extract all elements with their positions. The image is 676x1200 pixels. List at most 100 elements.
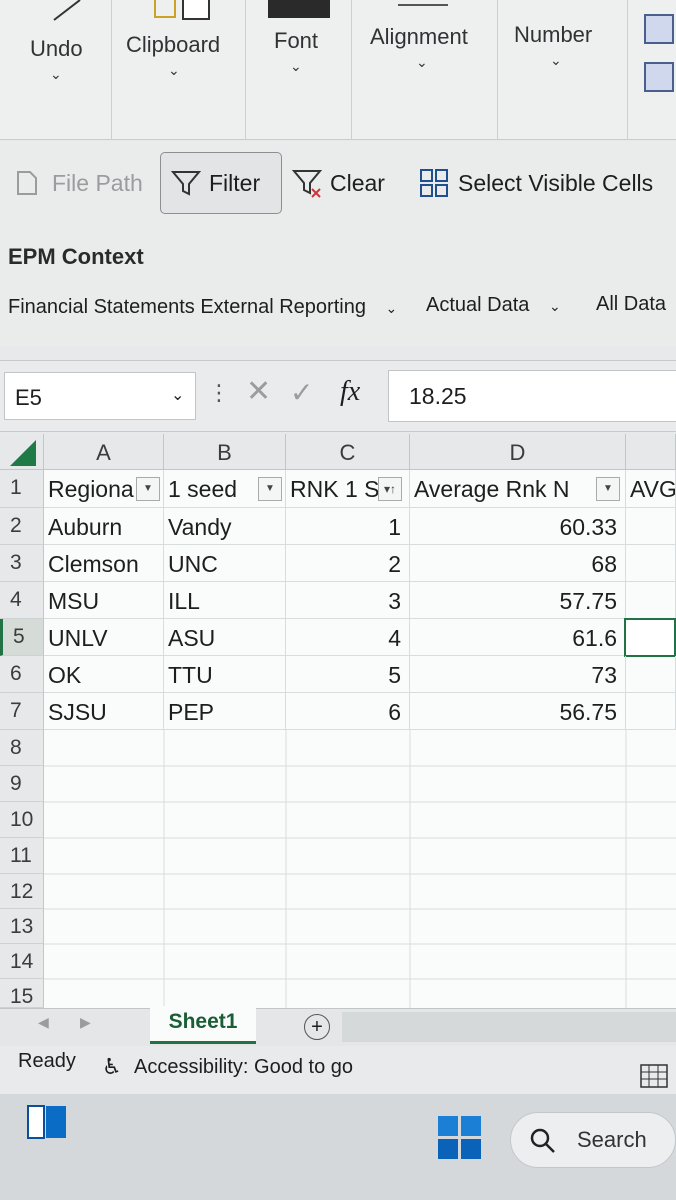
row-header-active[interactable]: 5 (0, 619, 44, 656)
header-cell-avg[interactable]: AVG (626, 470, 676, 508)
ribbon-group-clipboard[interactable]: Clipboard ⌄ (112, 0, 246, 140)
row-header[interactable]: 15 (0, 979, 44, 1008)
context-dropdown-actual[interactable]: Actual Data ⌄ (426, 294, 561, 317)
ribbon-label-undo: Undo (30, 36, 83, 61)
header-cell-1-seed[interactable]: 1 seed ▼ (164, 470, 286, 508)
format-table-icon[interactable] (644, 62, 674, 92)
row-header[interactable]: 6 (0, 656, 44, 693)
formula-input[interactable]: 18.25 (388, 370, 676, 422)
chevron-down-icon[interactable]: ⌄ (290, 58, 302, 75)
cell-rank[interactable]: 3 (286, 582, 410, 619)
insert-function-icon[interactable]: fx (340, 376, 360, 408)
header-cell-average[interactable]: Average Rnk N ▼ (410, 470, 626, 508)
cell-average[interactable]: 57.75 (410, 582, 626, 619)
context-dropdown-all[interactable]: All Data (596, 293, 676, 316)
ribbon-group-alignment[interactable]: Alignment ⌄ (352, 0, 498, 140)
ribbon-group-undo[interactable]: Undo ⌄ (0, 0, 112, 140)
cell-seed[interactable]: Vandy (164, 508, 286, 545)
more-options-icon[interactable]: ⋮ (208, 380, 230, 406)
add-sheet-icon[interactable]: + (304, 1014, 330, 1040)
row-header[interactable]: 2 (0, 508, 44, 545)
header-cell-region[interactable]: Regiona ▼ (44, 470, 164, 508)
column-header-d[interactable]: D (410, 434, 626, 470)
cell-average[interactable]: 56.75 (410, 693, 626, 730)
row-header[interactable]: 10 (0, 802, 44, 838)
normal-view-icon[interactable] (640, 1064, 668, 1088)
cell-rank[interactable]: 4 (286, 619, 410, 656)
cell-rank[interactable]: 1 (286, 508, 410, 545)
task-view-icon[interactable] (26, 1104, 68, 1140)
cell-avg[interactable] (626, 582, 676, 619)
ribbon-group-font[interactable]: Font ⌄ (246, 0, 352, 140)
enter-icon[interactable]: ✓ (290, 376, 313, 409)
select-cells-icon (420, 169, 448, 197)
chevron-down-icon[interactable]: ⌄ (168, 62, 180, 79)
cell-region[interactable]: Clemson (44, 545, 164, 582)
scroll-right-icon[interactable]: ▶ (80, 1014, 91, 1031)
align-icon (398, 4, 448, 6)
column-header-a[interactable]: A (44, 434, 164, 470)
cell-region[interactable]: Auburn (44, 508, 164, 545)
header-cell-rnk[interactable]: RNK 1 S ▾↑ (286, 470, 410, 508)
select-visible-cells-button[interactable]: Select Visible Cells (418, 152, 676, 214)
row-header[interactable]: 12 (0, 874, 44, 909)
filter-dropdown-icon[interactable]: ▼ (136, 477, 160, 501)
clear-filter-button[interactable]: Clear (290, 152, 400, 214)
cell-seed[interactable]: UNC (164, 545, 286, 582)
cell-avg[interactable] (626, 508, 676, 545)
accessibility-icon[interactable]: ♿︎ (102, 1054, 122, 1080)
cell-region[interactable]: UNLV (44, 619, 164, 656)
cell-region[interactable]: MSU (44, 582, 164, 619)
row-header[interactable]: 9 (0, 766, 44, 802)
search-icon (530, 1128, 555, 1153)
name-box[interactable]: E5 ⌄ (4, 372, 196, 420)
filter-dropdown-icon[interactable]: ▼ (596, 477, 620, 501)
horizontal-scrollbar[interactable] (342, 1012, 676, 1042)
cancel-icon[interactable]: ✕ (246, 374, 271, 409)
chevron-down-icon[interactable]: ⌄ (550, 52, 562, 69)
cell-seed[interactable]: ILL (164, 582, 286, 619)
column-header-c[interactable]: C (286, 434, 410, 470)
chevron-down-icon[interactable]: ⌄ (50, 66, 62, 83)
row-header[interactable]: 7 (0, 693, 44, 730)
windows-start-icon[interactable] (438, 1116, 482, 1160)
cell-rank[interactable]: 2 (286, 545, 410, 582)
cell-region[interactable]: OK (44, 656, 164, 693)
file-path-button[interactable]: File Path (12, 152, 152, 214)
cell-seed[interactable]: ASU (164, 619, 286, 656)
conditional-format-icon[interactable] (644, 14, 674, 44)
cell-region[interactable]: SJSU (44, 693, 164, 730)
cell-seed[interactable]: TTU (164, 656, 286, 693)
sheet-tab-sheet1[interactable]: Sheet1 (150, 1006, 256, 1044)
column-header-b[interactable]: B (164, 434, 286, 470)
cell-average[interactable]: 60.33 (410, 508, 626, 545)
cell-rank[interactable]: 5 (286, 656, 410, 693)
cell-avg[interactable] (626, 545, 676, 582)
cell-rank[interactable]: 6 (286, 693, 410, 730)
accessibility-status[interactable]: Accessibility: Good to go (134, 1056, 353, 1079)
filter-dropdown-icon[interactable]: ▼ (258, 477, 282, 501)
row-header[interactable]: 14 (0, 944, 44, 979)
scroll-left-icon[interactable]: ◀ (38, 1014, 49, 1031)
select-all-corner[interactable] (0, 434, 44, 470)
cell-seed[interactable]: PEP (164, 693, 286, 730)
cell-avg[interactable] (626, 656, 676, 693)
row-header[interactable]: 4 (0, 582, 44, 619)
taskbar-search[interactable]: Search (510, 1112, 676, 1168)
context-dropdown-statements[interactable]: Financial Statements External Reporting … (8, 296, 397, 319)
sort-ascending-icon[interactable]: ▾↑ (378, 477, 402, 501)
chevron-down-icon[interactable]: ⌄ (416, 54, 428, 71)
cell-average[interactable]: 68 (410, 545, 626, 582)
row-header[interactable]: 11 (0, 838, 44, 874)
cell-average[interactable]: 73 (410, 656, 626, 693)
active-cell-e5[interactable] (624, 618, 676, 657)
row-header[interactable]: 8 (0, 730, 44, 766)
row-header[interactable]: 13 (0, 909, 44, 944)
cell-avg[interactable] (626, 693, 676, 730)
filter-button[interactable]: Filter (160, 152, 282, 214)
cell-average[interactable]: 61.6 (410, 619, 626, 656)
ribbon-group-number[interactable]: Number ⌄ (498, 0, 628, 140)
row-header[interactable]: 3 (0, 545, 44, 582)
row-header[interactable]: 1 (0, 470, 44, 508)
column-header-e[interactable] (626, 434, 676, 470)
